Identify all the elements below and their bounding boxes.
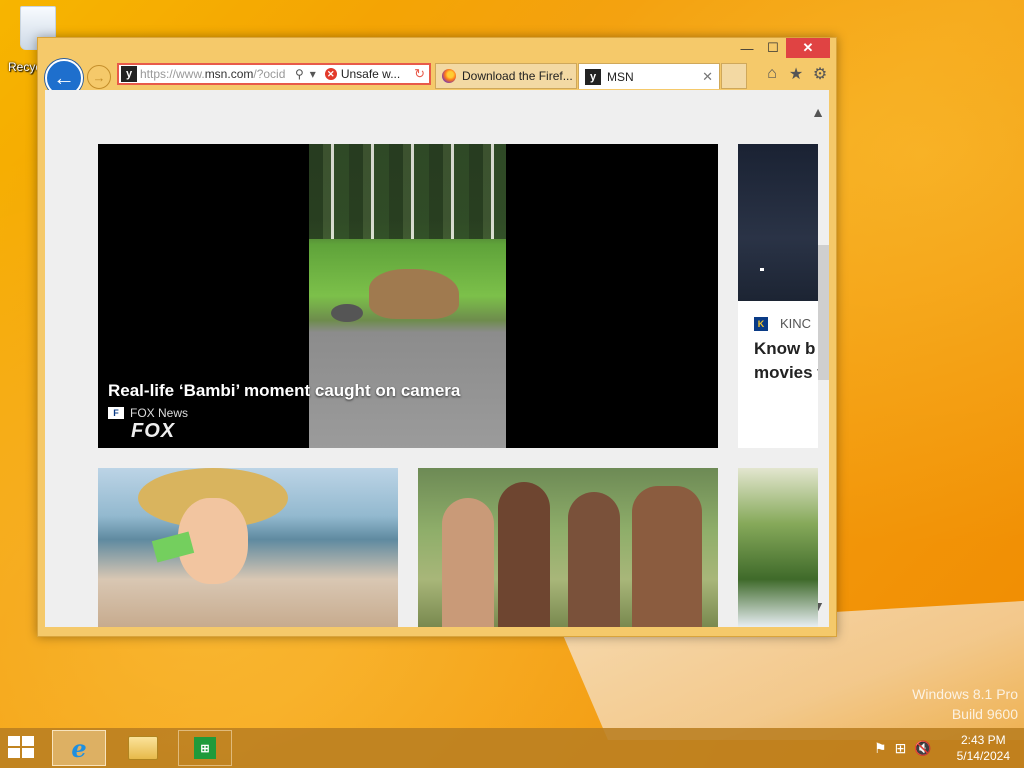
fox-logo: FOX	[131, 420, 176, 442]
store-icon: ⊞	[194, 737, 216, 759]
news-card-swimwear[interactable]	[418, 468, 718, 627]
msn-icon: y	[585, 68, 601, 85]
side-card-image	[738, 144, 818, 301]
person-figure	[568, 492, 620, 627]
scroll-up-icon[interactable]: ▲	[811, 104, 825, 120]
taskbar-internet-explorer[interactable]: e	[52, 730, 106, 766]
hero-video-card[interactable]: Real-life ‘Bambi’ moment caught on camer…	[98, 144, 718, 448]
forest-background	[309, 144, 506, 239]
window-caption-buttons: — ☐ ✕	[734, 38, 830, 58]
tab-msn[interactable]: y MSN ✕	[578, 63, 720, 89]
news-card-garden[interactable]	[738, 468, 818, 627]
windows-logo-pane	[8, 736, 20, 746]
maximize-button[interactable]: ☐	[760, 38, 786, 58]
unsafe-website-label[interactable]: Unsafe w...	[341, 67, 400, 81]
forward-button[interactable]: →	[87, 65, 111, 89]
windows-logo-pane	[22, 748, 34, 758]
hero-source: F FOX News	[108, 406, 188, 420]
network-icon[interactable]: ⊞	[895, 740, 907, 757]
url-rest: /?ocid	[253, 67, 286, 81]
side-news-card[interactable]: K KINC Know b movies theater	[738, 144, 818, 448]
side-source-label: KINC	[780, 316, 812, 331]
clock-time: 2:43 PM	[960, 733, 1006, 747]
new-tab-button[interactable]	[721, 63, 747, 89]
taskbar: e ⊞ ⚑ ⊞ 🔇 2:43 PM 5/14/2024	[0, 728, 1024, 768]
tab-download-firefox[interactable]: Download the Firef...	[435, 63, 577, 89]
settings-gear-icon[interactable]: ⚙	[811, 65, 829, 83]
hero-source-label: FOX News	[130, 406, 189, 420]
unsafe-warning-icon: ✕	[324, 68, 337, 80]
url-text[interactable]: https://www.msn.com/?ocid	[140, 67, 292, 81]
close-button[interactable]: ✕	[786, 38, 830, 58]
address-bar[interactable]: y https://www.msn.com/?ocid ⚲ ▾ ✕ Unsafe…	[117, 63, 431, 85]
chevron-down-icon[interactable]: ▾	[310, 67, 316, 81]
windows-logo-pane	[8, 748, 20, 758]
taskbar-file-explorer[interactable]	[116, 730, 170, 766]
rabbit-figure	[331, 304, 363, 322]
home-icon[interactable]: ⌂	[763, 65, 781, 83]
browser-toolbar-icons: ⌂ ★ ⚙	[763, 65, 829, 83]
hero-title[interactable]: Real-life ‘Bambi’ moment caught on camer…	[108, 381, 460, 401]
person-figure	[442, 498, 494, 627]
clock-date: 5/14/2024	[956, 749, 1010, 763]
search-icon[interactable]: ⚲	[295, 67, 304, 81]
url-host: msn.com	[204, 67, 254, 81]
tab-label: Download the Firef...	[462, 69, 573, 83]
favorites-star-icon[interactable]: ★	[787, 65, 805, 83]
watermark-edition: Windows 8.1 Pro	[912, 686, 1018, 702]
system-clock[interactable]: 2:43 PM 5/14/2024	[957, 732, 1010, 764]
news-card-beach[interactable]	[98, 468, 398, 627]
tab-label: MSN	[607, 69, 634, 84]
start-button[interactable]	[8, 736, 36, 760]
windows-watermark: Windows 8.1 Pro Build 9600	[912, 684, 1018, 724]
browser-window: — ☐ ✕ ← → y https://www.msn.com/?ocid ⚲ …	[37, 37, 837, 637]
minimize-button[interactable]: —	[734, 38, 760, 58]
folder-icon	[128, 736, 158, 760]
taskbar-store[interactable]: ⊞	[178, 730, 232, 766]
refresh-icon[interactable]: ↻	[414, 66, 425, 82]
hero-image	[309, 144, 506, 448]
person-figure	[632, 486, 702, 627]
volume-muted-icon[interactable]: 🔇	[914, 740, 931, 757]
tab-close-icon[interactable]: ✕	[702, 69, 713, 85]
navigation-bar: ← → y https://www.msn.com/?ocid ⚲ ▾ ✕ Un…	[45, 59, 829, 97]
page-content: ▲ ▼ Real-life ‘Bambi’ moment caught on c…	[45, 90, 829, 627]
side-card-title[interactable]: Know b movies theater	[754, 337, 818, 385]
url-prefix: https://www.	[140, 67, 205, 81]
fox-news-icon: F	[108, 407, 124, 419]
action-center-flag-icon[interactable]: ⚑	[874, 740, 887, 757]
firefox-icon	[442, 69, 456, 83]
deer-figure	[369, 269, 459, 319]
windows-logo-pane	[22, 736, 34, 746]
msn-site-icon: y	[121, 66, 137, 82]
image-highlight	[760, 268, 764, 271]
side-card-source: K KINC	[754, 316, 811, 331]
person-figure	[498, 482, 550, 627]
internet-explorer-icon: e	[71, 733, 87, 763]
watermark-build: Build 9600	[951, 706, 1018, 722]
system-tray: ⚑ ⊞ 🔇	[874, 740, 932, 757]
kinc-icon: K	[754, 316, 768, 331]
